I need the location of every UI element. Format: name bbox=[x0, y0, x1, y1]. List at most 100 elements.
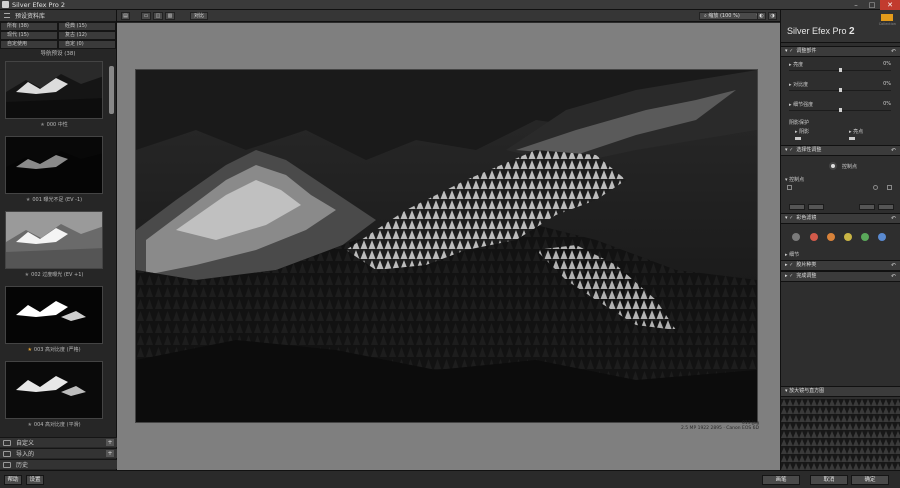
nik-logo-icon bbox=[881, 14, 893, 21]
structure-slider[interactable]: ▸ 细节强度 0% bbox=[781, 97, 900, 117]
highlights-label: ▸ 亮点 bbox=[849, 129, 864, 135]
tab-classic[interactable]: 经典 (15) bbox=[58, 22, 116, 31]
shadows-slider-handle[interactable] bbox=[795, 137, 801, 140]
control-point-button[interactable] bbox=[789, 204, 805, 210]
title-bar: Silver Efex Pro 2 – □ ✕ bbox=[0, 0, 900, 10]
brush-button[interactable]: 画笔 bbox=[762, 475, 800, 485]
filter-neutral-dot[interactable] bbox=[792, 233, 800, 241]
add-icon[interactable]: + bbox=[106, 450, 114, 457]
star-icon[interactable]: ★ bbox=[27, 422, 31, 428]
preset-thumbnail bbox=[5, 136, 103, 194]
preset-item[interactable]: ★ 003 高对比度 (严格) bbox=[5, 286, 103, 359]
preset-library-header[interactable]: 预设资料库 bbox=[0, 10, 116, 22]
tone-protection-label: 阴影保护 bbox=[789, 120, 810, 126]
tab-modern[interactable]: 现代 (15) bbox=[0, 31, 58, 40]
product-name-text: Silver Efex Pro bbox=[787, 26, 847, 36]
checkbox-icon[interactable]: ✓ bbox=[789, 147, 793, 153]
slider-label: 对比度 bbox=[793, 82, 809, 88]
help-button[interactable]: 帮助 bbox=[4, 475, 22, 485]
highlights-slider-handle[interactable] bbox=[849, 137, 855, 140]
single-view-icon[interactable]: ▭ bbox=[141, 12, 151, 20]
preset-item[interactable]: ★ 002 过度曝光 (EV +1) bbox=[5, 211, 103, 284]
close-button[interactable]: ✕ bbox=[880, 0, 900, 10]
image-canvas[interactable]: 013.jpg 2.5 MP 1922 2895 · Canon EOS 6D bbox=[117, 23, 780, 470]
slider-handle[interactable] bbox=[839, 68, 842, 72]
preset-item[interactable]: ★ 000 中性 bbox=[5, 61, 103, 134]
preset-library-title: 预设资料库 bbox=[15, 13, 46, 20]
history-icon bbox=[3, 461, 11, 468]
tab-all[interactable]: 所有 (38) bbox=[0, 22, 58, 31]
brightness-slider[interactable]: ▸ 亮度 0% bbox=[781, 57, 900, 77]
split-view-icon[interactable]: ◫ bbox=[153, 12, 163, 20]
checkbox-icon[interactable] bbox=[787, 185, 792, 190]
control-point-button[interactable] bbox=[859, 204, 875, 210]
add-icon[interactable]: + bbox=[106, 439, 114, 446]
minimize-button[interactable]: – bbox=[848, 0, 864, 10]
tab-custom-used[interactable]: 自定使用 bbox=[0, 40, 58, 49]
background-toggle-icon[interactable]: ◐ bbox=[757, 12, 766, 20]
preset-scrollbar[interactable] bbox=[109, 66, 114, 114]
reset-icon[interactable]: ↶ bbox=[891, 272, 896, 281]
circle-icon[interactable] bbox=[873, 185, 878, 190]
finishing-adjustments-header[interactable]: ▸ ✓ 完成调整 ↶ bbox=[781, 271, 900, 282]
reset-icon[interactable]: ↶ bbox=[891, 214, 896, 223]
loupe-preview[interactable] bbox=[781, 399, 900, 470]
slider-handle[interactable] bbox=[839, 108, 842, 112]
star-icon[interactable]: ★ bbox=[26, 197, 30, 203]
loupe-histogram-header[interactable]: ▾ 放大镜与直方图 bbox=[781, 386, 900, 397]
zoom-dropdown[interactable]: ⌕ 缩放 (100 %)▾ bbox=[699, 12, 762, 20]
reset-icon[interactable]: ↶ bbox=[891, 261, 896, 270]
global-adjustments-header[interactable]: ▾ ✓ 调整部件 ↶ bbox=[781, 46, 900, 57]
tab-custom[interactable]: 自定 (0) bbox=[58, 40, 116, 49]
control-point-icon[interactable] bbox=[829, 162, 837, 170]
checkbox-icon[interactable]: ✓ bbox=[789, 48, 793, 54]
hide-panel-icon[interactable]: ▤ bbox=[121, 12, 130, 20]
tab-vintage[interactable]: 复古 (12) bbox=[58, 31, 116, 40]
preset-item[interactable]: ★ 004 高对比度 (平滑) bbox=[5, 361, 103, 434]
reset-icon[interactable]: ↶ bbox=[891, 146, 896, 155]
preset-item[interactable]: ★ 001 曝光不足 (EV -1) bbox=[5, 136, 103, 209]
slider-handle[interactable] bbox=[839, 88, 842, 92]
filter-blue-dot[interactable] bbox=[878, 233, 886, 241]
reset-icon[interactable]: ↶ bbox=[891, 47, 896, 56]
checkbox-icon[interactable]: ✓ bbox=[789, 215, 793, 221]
selective-adjustments-header[interactable]: ▾ ✓ 选择性调整 ↶ bbox=[781, 145, 900, 156]
filter-green-dot[interactable] bbox=[861, 233, 869, 241]
ok-button[interactable]: 确定 bbox=[851, 475, 889, 485]
side-by-side-icon[interactable]: ▥ bbox=[165, 12, 175, 20]
image-info: 013.jpg 2.5 MP 1922 2895 · Canon EOS 6D bbox=[681, 421, 759, 431]
tone-protection: 阴影保护 ▸ 阴影 ▸ 亮点 bbox=[781, 117, 900, 145]
control-point-button[interactable] bbox=[878, 204, 894, 210]
folder-icon bbox=[3, 439, 11, 446]
imported-section[interactable]: 导入的 + bbox=[0, 448, 117, 458]
background-light-icon[interactable]: ◑ bbox=[768, 12, 777, 20]
color-filter-header[interactable]: ▾ ✓ 彩色滤镜 ↶ bbox=[781, 213, 900, 224]
color-filter-body: ▸ 细节 bbox=[781, 224, 900, 260]
history-section[interactable]: 历史 bbox=[0, 459, 117, 469]
shadows-label: ▸ 阴影 bbox=[795, 129, 810, 135]
logo-caption: Collection bbox=[878, 22, 896, 26]
slider-value: 0% bbox=[883, 61, 891, 67]
image-details: 2.5 MP 1922 2895 · Canon EOS 6D bbox=[680, 426, 759, 431]
settings-button[interactable]: 设置 bbox=[26, 475, 44, 485]
star-icon[interactable]: ★ bbox=[27, 347, 31, 353]
preview-image[interactable] bbox=[136, 70, 757, 422]
filter-yellow-dot[interactable] bbox=[844, 233, 852, 241]
checkbox-icon[interactable]: ✓ bbox=[789, 262, 793, 268]
star-icon[interactable]: ★ bbox=[40, 122, 44, 128]
toolbar: ▤ ▭ ◫ ▥ 对比 ⌕ 缩放 (100 %)▾ ◐ ◑ bbox=[117, 10, 780, 22]
filter-orange-dot[interactable] bbox=[827, 233, 835, 241]
checkbox-icon[interactable]: ✓ bbox=[789, 273, 793, 279]
control-point-button[interactable] bbox=[808, 204, 824, 210]
star-icon[interactable]: ★ bbox=[25, 272, 29, 278]
cancel-button[interactable]: 取消 bbox=[810, 475, 848, 485]
contrast-slider[interactable]: ▸ 对比度 0% bbox=[781, 77, 900, 97]
custom-section[interactable]: 自定义 + bbox=[0, 437, 117, 447]
compare-button[interactable]: 对比 bbox=[190, 12, 208, 20]
details-toggle[interactable]: ▸ 细节 bbox=[785, 251, 799, 258]
film-types-header[interactable]: ▸ ✓ 胶片种类 ↶ bbox=[781, 260, 900, 271]
filter-red-dot[interactable] bbox=[810, 233, 818, 241]
maximize-button[interactable]: □ bbox=[864, 0, 880, 10]
shadows-text: 阴影 bbox=[799, 129, 810, 135]
delete-icon[interactable] bbox=[887, 185, 892, 190]
